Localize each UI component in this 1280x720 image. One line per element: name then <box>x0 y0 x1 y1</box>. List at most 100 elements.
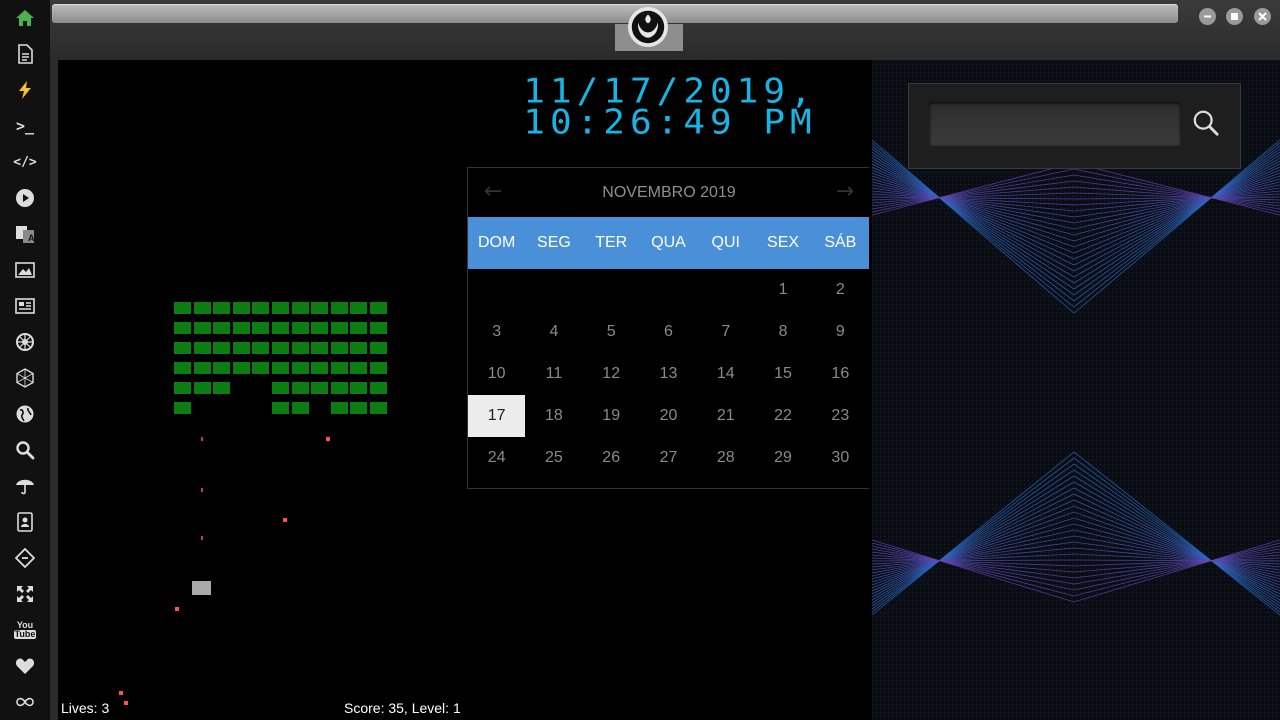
calendar-day[interactable]: 18 <box>525 395 582 437</box>
brick <box>330 342 348 354</box>
projectile <box>201 437 203 441</box>
search-input[interactable] <box>929 102 1181 146</box>
calendar-day-today[interactable]: 17 <box>468 395 526 437</box>
brick <box>213 322 231 334</box>
calendar-day[interactable]: 24 <box>468 437 525 479</box>
close-button[interactable] <box>1254 8 1271 25</box>
brick <box>174 362 191 374</box>
calendar-day[interactable]: 1 <box>754 269 811 311</box>
calendar-day[interactable]: 16 <box>812 353 869 395</box>
globe-icon[interactable] <box>13 402 37 426</box>
calendar-weekday-header: DOM SEG TER QUA QUI SEX SÁB <box>468 217 869 269</box>
search-icon[interactable] <box>13 438 37 462</box>
brick <box>291 382 309 394</box>
brick <box>330 402 348 414</box>
calendar-day[interactable]: 30 <box>812 437 869 479</box>
home-icon[interactable] <box>13 6 37 30</box>
address-bar[interactable] <box>52 4 1178 23</box>
calendar-day[interactable]: 6 <box>640 311 697 353</box>
calendar-day[interactable]: 26 <box>583 437 640 479</box>
expand-icon[interactable] <box>13 582 37 606</box>
rebel-icon[interactable] <box>13 330 37 354</box>
maximize-button[interactable] <box>1226 8 1243 25</box>
contacts-icon[interactable] <box>13 510 37 534</box>
lightning-icon[interactable] <box>13 78 37 102</box>
brick <box>350 302 368 314</box>
brick <box>174 342 191 354</box>
calendar-day[interactable]: 9 <box>812 311 869 353</box>
calendar-day[interactable]: 4 <box>525 311 582 353</box>
calendar-day[interactable]: 2 <box>812 269 869 311</box>
calendar-day[interactable]: 3 <box>468 311 525 353</box>
youtube-label-bottom: Tube <box>13 629 37 639</box>
image-icon[interactable] <box>13 258 37 282</box>
calendar-day[interactable]: 8 <box>754 311 811 353</box>
projectile <box>119 691 123 695</box>
brick <box>350 342 368 354</box>
calendar-day[interactable]: 28 <box>697 437 754 479</box>
window-titlebar <box>50 0 1280 55</box>
projectile <box>124 701 128 705</box>
weekday-label: QUA <box>651 234 686 251</box>
weekday-label: SEX <box>767 234 800 251</box>
brick <box>193 362 211 374</box>
calendar-day[interactable]: 23 <box>812 395 869 437</box>
brick <box>213 362 231 374</box>
umbrella-icon[interactable] <box>13 474 37 498</box>
calendar-day[interactable]: 15 <box>754 353 811 395</box>
projectile <box>175 607 179 611</box>
brick <box>330 382 348 394</box>
document-icon[interactable] <box>13 42 37 66</box>
calendar-day[interactable]: 12 <box>583 353 640 395</box>
calendar-day[interactable]: 20 <box>640 395 697 437</box>
weekday-label: SEG <box>537 234 571 251</box>
score-level: Score: 35, Level: 1 <box>344 700 461 716</box>
calendar-day[interactable]: 14 <box>697 353 754 395</box>
git-icon[interactable] <box>13 546 37 570</box>
calendar-day[interactable]: 29 <box>754 437 811 479</box>
heart-icon[interactable] <box>13 654 37 678</box>
hexagon-icon[interactable] <box>13 366 37 390</box>
calendar-month-title: NOVEMBRO 2019 <box>602 184 736 201</box>
brick <box>193 302 211 314</box>
youtube-icon[interactable]: You Tube <box>13 618 37 642</box>
rebel-logo-icon[interactable] <box>628 7 668 47</box>
brick <box>193 322 211 334</box>
terminal-icon[interactable]: >_ <box>13 114 37 138</box>
projectile <box>283 518 287 522</box>
brick <box>272 402 289 414</box>
translate-icon[interactable]: A <box>13 222 37 246</box>
calendar-day[interactable]: 22 <box>754 395 811 437</box>
next-month-button[interactable]: → <box>830 176 860 206</box>
calendar-day[interactable]: 21 <box>697 395 754 437</box>
calendar-day[interactable]: 13 <box>640 353 697 395</box>
brick <box>311 302 329 314</box>
brick <box>311 322 329 334</box>
brick <box>350 322 368 334</box>
calendar-day[interactable]: 5 <box>583 311 640 353</box>
news-icon[interactable] <box>13 294 37 318</box>
calendar-week-row: 24 25 26 27 28 29 30 <box>468 437 869 479</box>
brick <box>370 382 387 394</box>
calendar-day[interactable]: 7 <box>697 311 754 353</box>
brick <box>311 342 329 354</box>
player-paddle[interactable] <box>192 581 211 595</box>
calendar-day-grid: 1 2 3 4 5 6 7 8 9 10 11 12 13 14 15 16 17 18 19 20 21 22 23 24 2… <box>468 269 869 479</box>
minimize-button[interactable] <box>1199 8 1216 25</box>
brick <box>330 302 348 314</box>
calendar-day[interactable]: 10 <box>468 353 525 395</box>
calendar-day[interactable]: 25 <box>525 437 582 479</box>
clock-time: 10:26:49 PM <box>523 103 817 143</box>
infinity-icon[interactable] <box>13 690 37 714</box>
calendar-day[interactable]: 11 <box>525 353 582 395</box>
brick <box>232 362 250 374</box>
search-button[interactable] <box>1191 106 1221 140</box>
calendar-day-empty <box>583 269 640 311</box>
brick <box>252 342 270 354</box>
calendar-day[interactable]: 19 <box>583 395 640 437</box>
calendar-day[interactable]: 27 <box>640 437 697 479</box>
play-icon[interactable] <box>13 186 37 210</box>
weekday-label: SÁB <box>824 234 857 251</box>
code-icon[interactable]: </> <box>13 150 37 174</box>
brick <box>174 322 191 334</box>
